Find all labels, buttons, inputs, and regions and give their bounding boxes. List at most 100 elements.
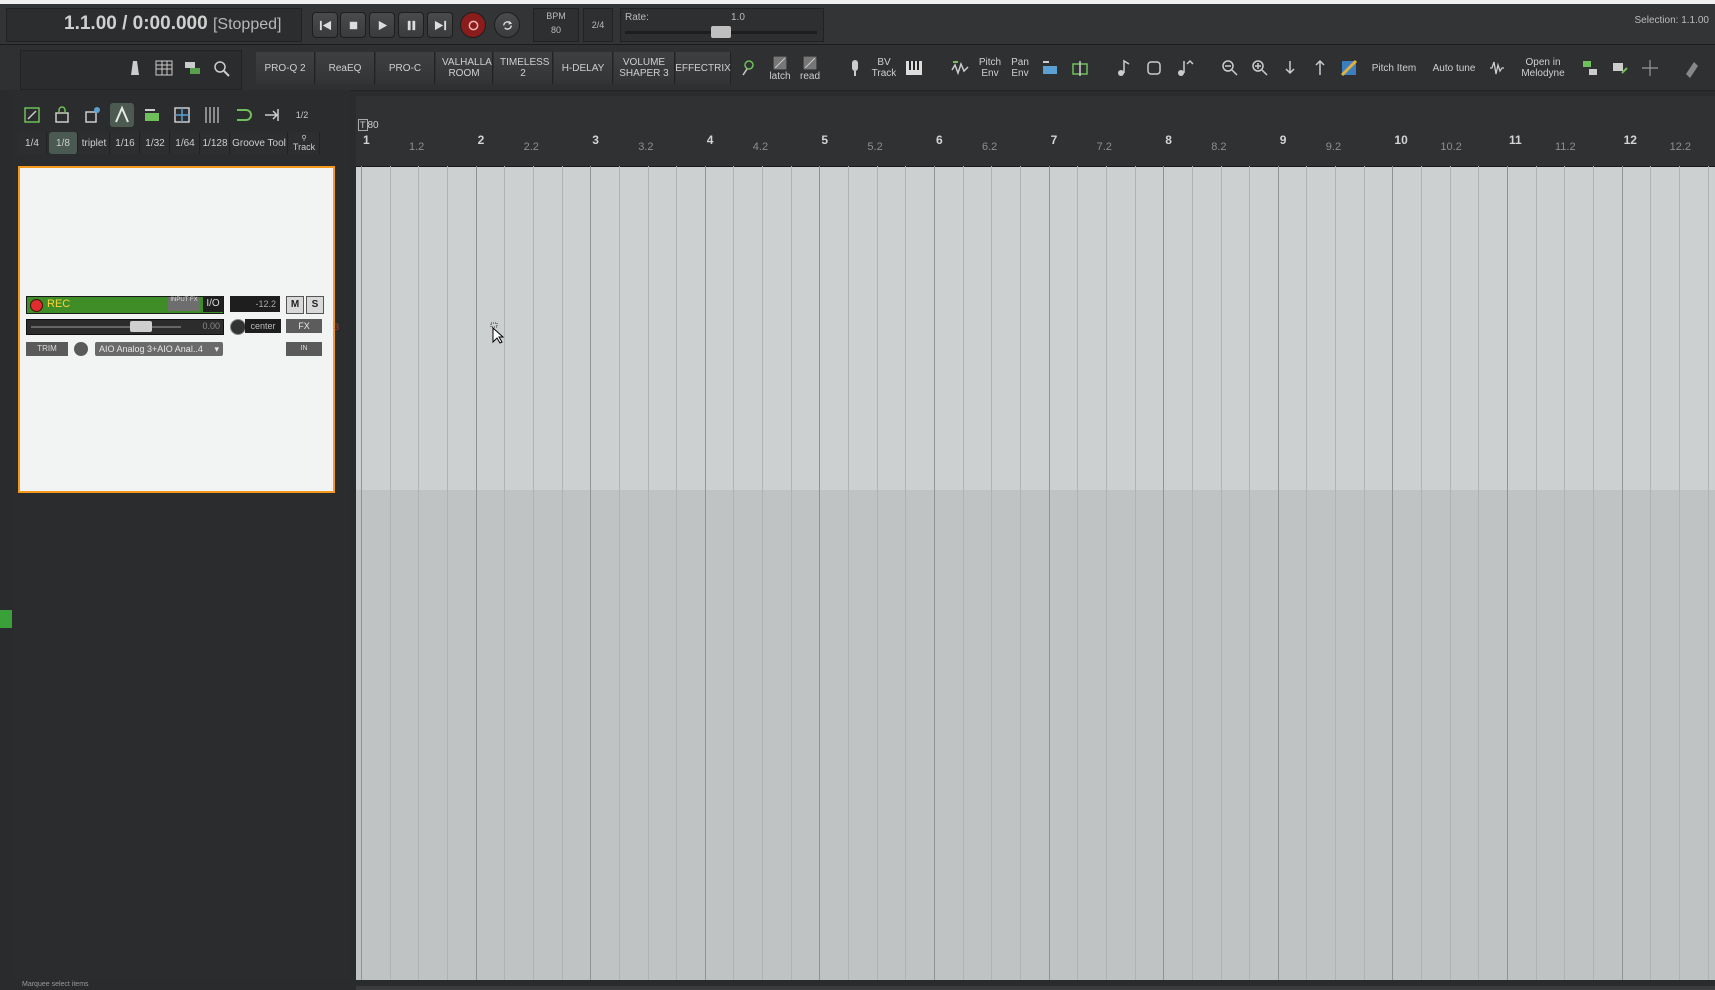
input-select-dropdown[interactable]: AIO Analog 3+AIO Anal..4 ▾	[95, 342, 223, 356]
pause-button[interactable]	[398, 12, 424, 38]
routing-button[interactable]	[181, 56, 205, 80]
record-arm-icon[interactable]	[30, 299, 43, 312]
microphone-button[interactable]	[843, 56, 867, 80]
play-button[interactable]	[369, 12, 395, 38]
volume-fader[interactable]: 0.00	[26, 319, 224, 335]
tool-move-button[interactable]	[20, 103, 44, 127]
pitch-env-label: Pitch Env	[978, 57, 1002, 79]
tool-grid-button[interactable]	[200, 103, 224, 127]
quantize-button[interactable]	[1142, 56, 1166, 80]
fx-button[interactable]: FX	[286, 319, 322, 333]
grid-line	[1077, 166, 1079, 986]
plugin-volume-shaper-button[interactable]: VOLUME SHAPER 3	[614, 52, 675, 84]
go-to-end-button[interactable]	[427, 12, 453, 38]
plugin-reaeq-button[interactable]: ReaEQ	[316, 52, 375, 84]
ruler-bar-label: 8	[1165, 133, 1172, 147]
settings-button[interactable]	[1680, 56, 1704, 80]
pitch-env-button[interactable]: Pitch Env	[976, 52, 1004, 84]
track-manager-button[interactable]	[1608, 56, 1632, 80]
repeat-button[interactable]	[494, 12, 520, 38]
grid-line	[418, 166, 420, 986]
note-down-button[interactable]	[1172, 56, 1196, 80]
grid-triplet-button[interactable]: triplet	[79, 132, 110, 154]
plugin-valhalla-room-button[interactable]: VALHALLA ROOM	[436, 52, 493, 84]
grid-1-8-button[interactable]: 1/8	[49, 132, 78, 154]
note-up-button[interactable]	[1112, 56, 1136, 80]
grid-1-4-button[interactable]: 1/4	[18, 132, 47, 154]
latch-mode-button[interactable]: latch	[766, 52, 794, 84]
trim-button[interactable]: TRIM	[26, 342, 68, 356]
color-button[interactable]	[1337, 56, 1361, 80]
tool-item-button[interactable]	[80, 103, 104, 127]
tool-ripple-button[interactable]	[140, 103, 164, 127]
open-in-melodyne-button[interactable]: Open in Melodyne	[1514, 52, 1572, 84]
mixer-button[interactable]	[152, 56, 176, 80]
timeline-ruler[interactable]	[356, 96, 1715, 167]
grid-1-64-button[interactable]: 1/64	[171, 132, 200, 154]
solo-button[interactable]: S	[306, 296, 324, 314]
pitch-item-button[interactable]: Pitch Item	[1366, 52, 1422, 84]
rate-slider-knob[interactable]	[711, 26, 731, 38]
grid-line	[733, 166, 735, 986]
routing-matrix-button[interactable]	[1578, 56, 1602, 80]
auto-tune-button[interactable]: Auto tune	[1426, 52, 1482, 84]
tool-grouping-button[interactable]	[170, 103, 194, 127]
pitch-env-icon-button[interactable]	[948, 56, 972, 80]
zoom-in-button[interactable]	[1248, 56, 1272, 80]
ruler-bar-label: 2	[477, 133, 485, 147]
grid-line	[934, 166, 935, 986]
fader-knob[interactable]	[130, 321, 152, 332]
tool-lock-button[interactable]	[50, 103, 74, 127]
track-lane[interactable]	[356, 166, 1715, 490]
time-signature[interactable]: 2/4	[583, 8, 613, 42]
tool-snap-button[interactable]	[110, 103, 134, 127]
track-grid-button[interactable]: ⚲ Track	[289, 132, 320, 154]
groove-tool-button[interactable]: Groove Tool	[231, 132, 288, 154]
analyzer-button[interactable]	[210, 56, 234, 80]
envelope-visibility-button[interactable]	[737, 56, 761, 80]
tool-auto-scroll-button[interactable]	[260, 103, 284, 127]
crosshair-button[interactable]	[1638, 56, 1662, 80]
io-button[interactable]: I/O	[203, 296, 223, 312]
plugin-pro-c-button[interactable]: PRO-C	[376, 52, 435, 84]
mute-button[interactable]: M	[286, 296, 304, 314]
pan-env-button[interactable]: Pan Env	[1006, 52, 1034, 84]
pan-knob[interactable]	[230, 319, 246, 335]
vertical-zoom-in-button[interactable]	[1308, 56, 1332, 80]
metronome-button[interactable]	[123, 56, 147, 80]
grid-1-128-button[interactable]: 1/128	[201, 132, 230, 154]
waveform-view-button[interactable]	[1486, 56, 1510, 80]
item-edit-button[interactable]	[1038, 56, 1062, 80]
dock-green-tab[interactable]	[0, 610, 12, 628]
ruler-beat-label: 1.2	[409, 141, 425, 153]
horizontal-scrollbar[interactable]	[356, 986, 1715, 990]
stop-button[interactable]	[340, 12, 366, 38]
tool-loop-button[interactable]	[230, 103, 254, 127]
plugin-timeless-button[interactable]: TIMELESS 2	[494, 52, 553, 84]
bpm-display[interactable]: BPM 80	[533, 8, 579, 42]
plugin-h-delay-button[interactable]: H-DELAY	[554, 52, 613, 84]
bv-track-button[interactable]: BV Track	[870, 52, 898, 84]
route-button[interactable]: IN	[286, 342, 322, 356]
piano-roll-button[interactable]	[902, 56, 926, 80]
zoom-out-button[interactable]	[1218, 56, 1242, 80]
playrate-control[interactable]: Rate: 1.0	[620, 8, 824, 42]
phase-invert-icon[interactable]	[74, 342, 88, 356]
tempo-marker[interactable]: T 80	[358, 119, 379, 131]
loop-icon	[502, 20, 512, 30]
split-icon	[1072, 61, 1088, 76]
grid-half-button[interactable]: 1/2	[290, 103, 314, 127]
vertical-zoom-out-button[interactable]	[1278, 56, 1302, 80]
fader-value: 0.00	[202, 321, 220, 331]
plugin-pro-q2-button[interactable]: PRO-Q 2	[256, 52, 315, 84]
pan-readout: center	[245, 319, 281, 333]
grid-1-16-button[interactable]: 1/16	[111, 132, 140, 154]
input-fx-button[interactable]: INPUT FX	[168, 297, 200, 311]
plugin-effectrix-button[interactable]: EFFECTRIX	[675, 52, 731, 84]
read-mode-button[interactable]: read	[796, 52, 824, 84]
item-split-button[interactable]	[1068, 56, 1092, 80]
record-button[interactable]	[460, 12, 486, 38]
grid-1-32-button[interactable]: 1/32	[141, 132, 170, 154]
empty-track-area[interactable]	[356, 490, 1715, 980]
go-to-start-button[interactable]	[312, 12, 338, 38]
